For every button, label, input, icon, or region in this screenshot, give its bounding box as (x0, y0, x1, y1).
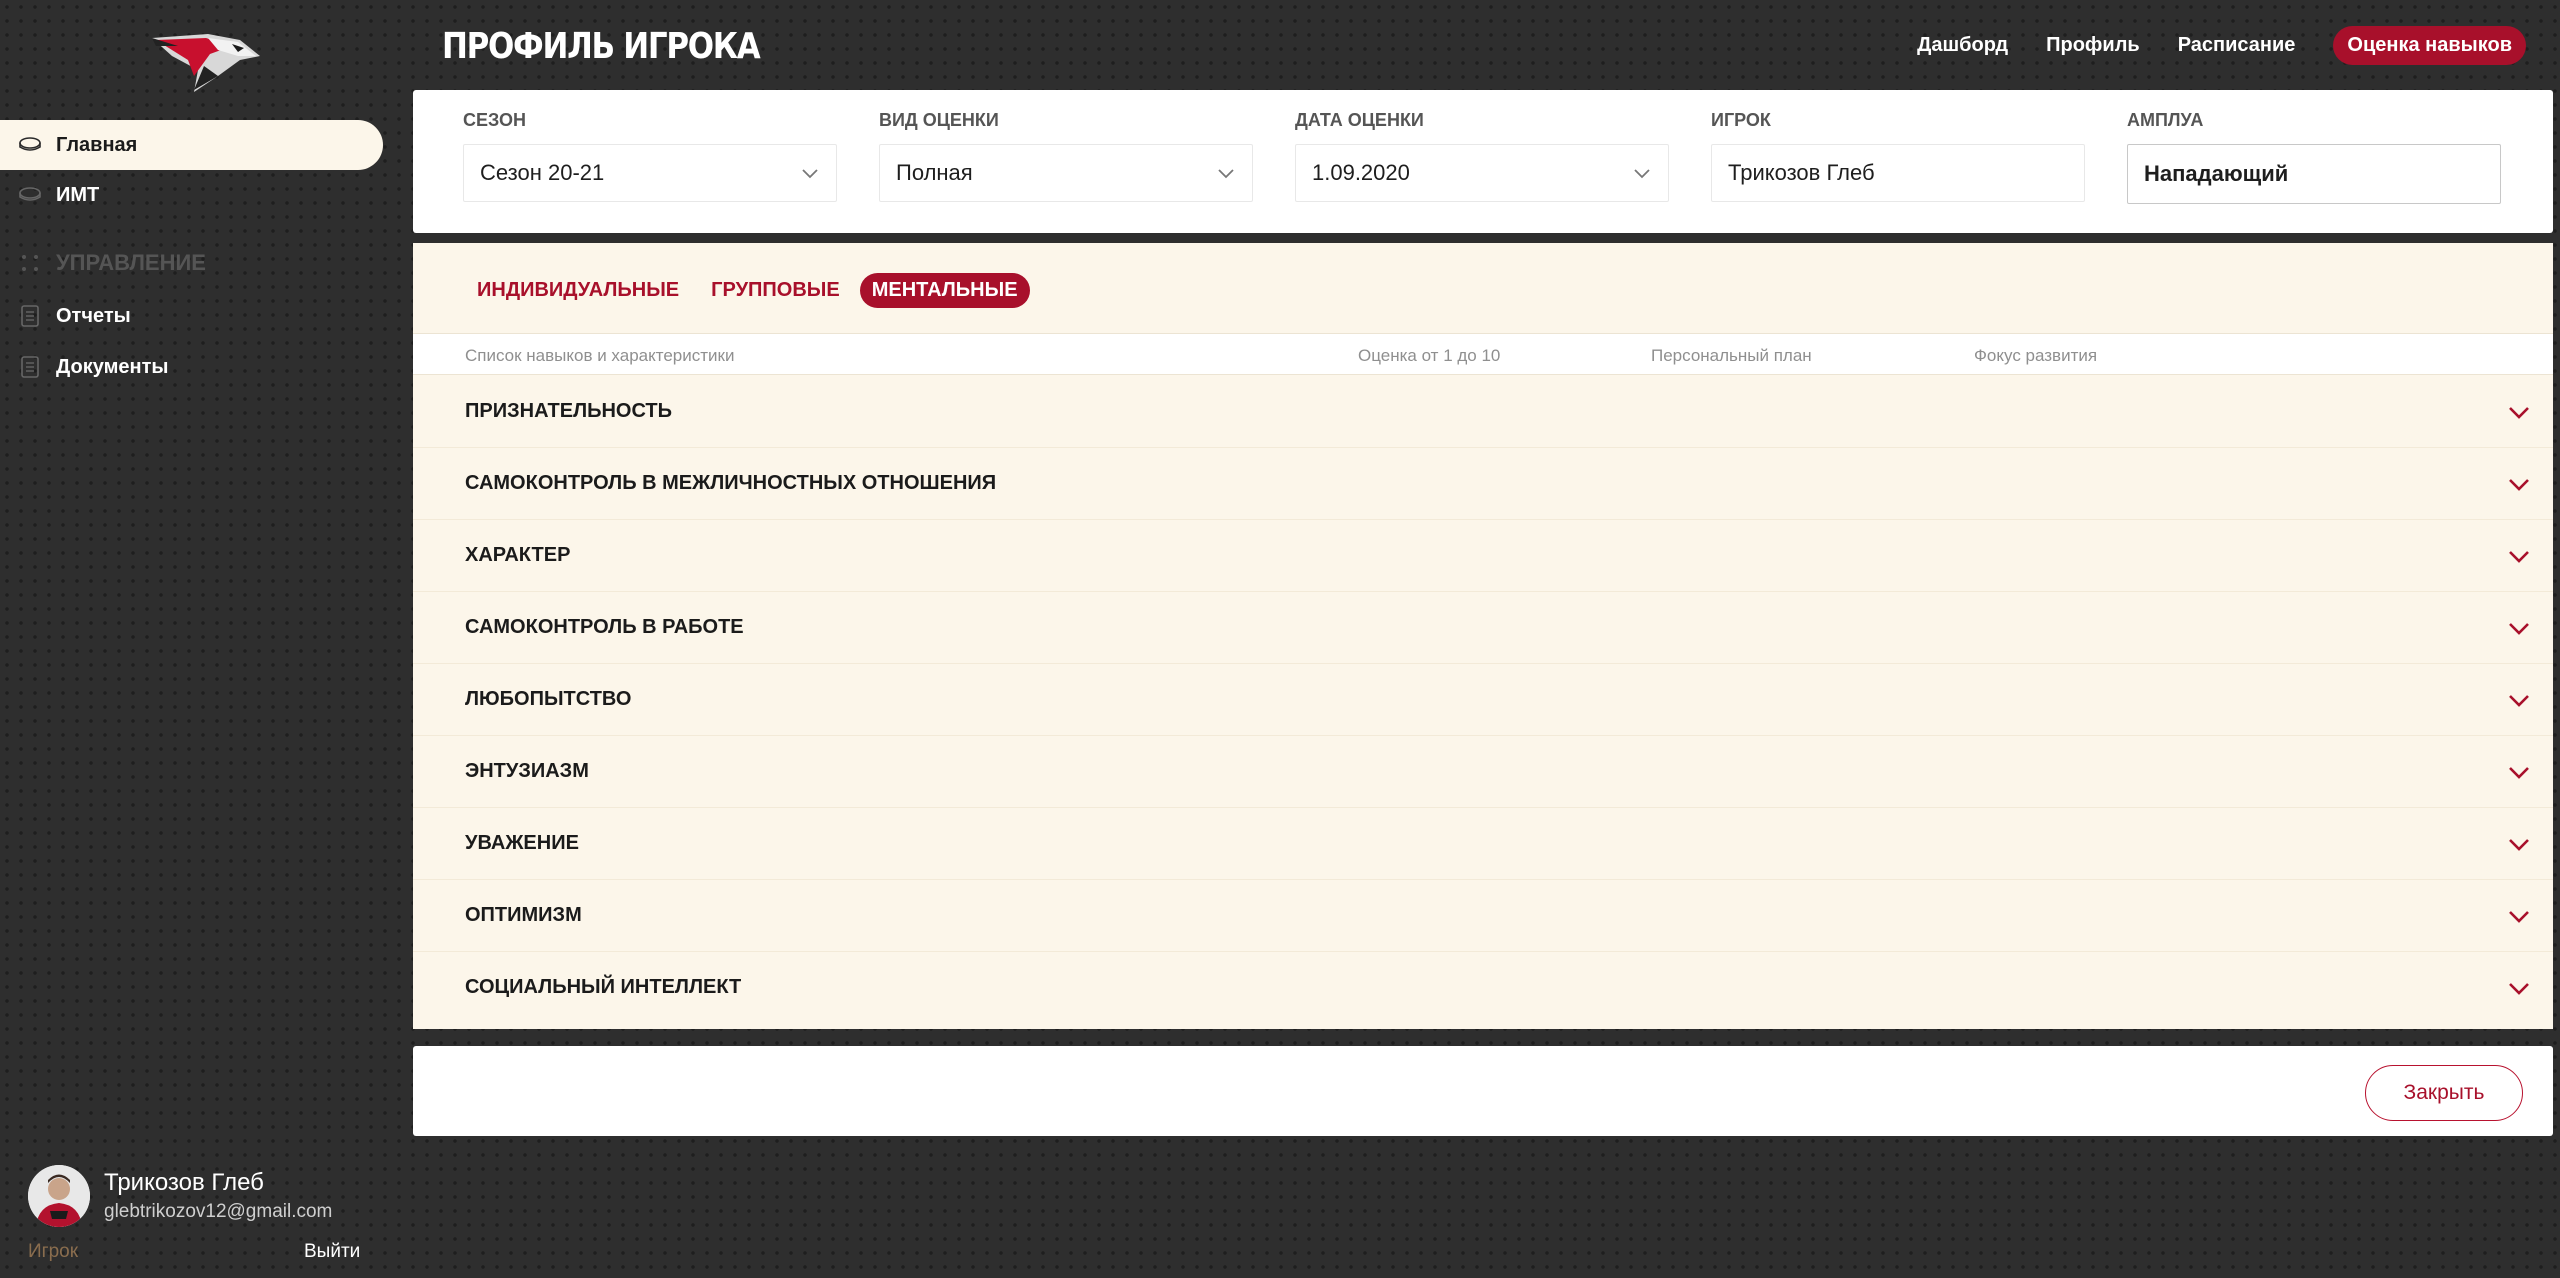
filter-label: Амплуа (2127, 110, 2204, 130)
avatar[interactable] (28, 1165, 90, 1227)
select-value: Сезон 20-21 (480, 160, 605, 185)
sidebar-item-reports[interactable]: Отчеты (0, 291, 383, 341)
skill-row[interactable]: Самоконтроль в работе (413, 592, 2553, 664)
chevron-down-icon (1634, 169, 1650, 179)
close-button[interactable]: Закрыть (2365, 1065, 2523, 1121)
sidebar-item-label: ИМТ (56, 183, 100, 206)
chevron-down-icon[interactable] (2507, 978, 2531, 998)
sidebar-item-main[interactable]: Главная (0, 120, 383, 170)
footer-card: Закрыть (413, 1046, 2553, 1136)
nav-link-profile[interactable]: Профиль (2046, 34, 2140, 57)
column-header-development-focus: Фокус развития (1974, 346, 2098, 365)
puck-icon (18, 183, 42, 207)
document-icon (18, 355, 42, 379)
nav-link-skill-assessment[interactable]: Оценка навыков (2333, 26, 2526, 65)
top-nav: Дашборд Профиль Расписание Оценка навыко… (1917, 26, 2526, 65)
skill-row[interactable]: Самоконтроль в межличностных отношения (413, 448, 2553, 520)
sidebar-section-label: УПРАВЛЕНИЕ (56, 250, 206, 275)
skill-row[interactable]: Оптимизм (413, 880, 2553, 952)
column-header-skills: Список навыков и характеристики (465, 346, 735, 365)
chevron-down-icon (802, 169, 818, 179)
skill-name: Характер (465, 544, 571, 566)
column-header-personal-plan: Персональный план (1651, 346, 1812, 365)
skill-row[interactable]: Признательность (413, 376, 2553, 448)
chevron-down-icon[interactable] (2507, 618, 2531, 638)
filter-label: Вид оценки (879, 110, 999, 130)
filter-label: Дата оценки (1295, 110, 1424, 130)
page-title: ПРОФИЛЬ ИГРОКА (442, 26, 761, 67)
chevron-down-icon[interactable] (2507, 762, 2531, 782)
select-value: 1.09.2020 (1312, 160, 1410, 185)
skill-name: Самоконтроль в межличностных отношения (465, 472, 997, 494)
tab-mental[interactable]: Ментальные (859, 273, 1030, 308)
logout-link[interactable]: Выйти (304, 1241, 360, 1263)
season-select[interactable]: Сезон 20-21 (463, 144, 837, 202)
chevron-down-icon (1218, 169, 1234, 179)
skill-name: Уважение (465, 832, 579, 854)
assessment-type-select[interactable]: Полная (879, 144, 1253, 202)
skill-name: Социальный интеллект (465, 976, 742, 998)
table-header: Список навыков и характеристики Оценка о… (413, 333, 2553, 375)
sidebar-item-label: Главная (56, 133, 138, 156)
skill-row[interactable]: Уважение (413, 808, 2553, 880)
field-value: Нападающий (2144, 161, 2289, 186)
skill-row[interactable]: Энтузиазм (413, 736, 2553, 808)
chevron-down-icon[interactable] (2507, 474, 2531, 494)
assessment-date-select[interactable]: 1.09.2020 (1295, 144, 1669, 202)
sidebar-item-label: Отчеты (56, 304, 131, 327)
puck-icon (18, 133, 42, 157)
chevron-down-icon[interactable] (2507, 402, 2531, 422)
chevron-down-icon[interactable] (2507, 834, 2531, 854)
sidebar: Главная ИМТ УПРАВЛЕНИЕ Отчеты Документы (0, 0, 400, 1278)
document-icon (18, 304, 42, 328)
nav-link-schedule[interactable]: Расписание (2178, 34, 2296, 57)
skill-name: Оптимизм (465, 904, 582, 926)
sidebar-section-management: УПРАВЛЕНИЕ (18, 250, 206, 276)
user-role: Игрок (28, 1241, 79, 1262)
filters-card: Сезон Сезон 20-21 Вид оценки Полная Дата… (413, 90, 2553, 233)
position-field[interactable]: Нападающий (2127, 144, 2501, 204)
select-value: Полная (896, 160, 973, 185)
user-name: Трикозов Глеб (104, 1169, 264, 1196)
player-field[interactable]: Трикозов Глеб (1711, 144, 2085, 202)
skill-name: Признательность (465, 400, 673, 422)
sidebar-item-documents[interactable]: Документы (0, 342, 383, 392)
nav-link-dashboard[interactable]: Дашборд (1917, 34, 2008, 57)
grid-dots-icon (18, 251, 42, 275)
skills-panel: Индивидуальные Групповые Ментальные Спис… (413, 243, 2553, 1029)
skill-row[interactable]: Характер (413, 520, 2553, 592)
filter-label: Сезон (463, 110, 527, 130)
filter-label: Игрок (1711, 110, 1771, 130)
tab-individual[interactable]: Индивидуальные (465, 273, 691, 308)
skill-name: Любопытство (465, 688, 632, 710)
tab-group[interactable]: Групповые (699, 273, 852, 308)
sidebar-item-label: Документы (56, 355, 169, 378)
sidebar-item-bmi[interactable]: ИМТ (0, 170, 383, 220)
chevron-down-icon[interactable] (2507, 546, 2531, 566)
skill-row[interactable]: Любопытство (413, 664, 2553, 736)
field-value: Трикозов Глеб (1728, 160, 1875, 185)
column-header-score: Оценка от 1 до 10 (1358, 346, 1501, 365)
skill-tabs: Индивидуальные Групповые Ментальные (465, 273, 1030, 308)
user-email: glebtrikozov12@gmail.com (104, 1201, 333, 1222)
team-logo-icon[interactable] (148, 26, 264, 94)
chevron-down-icon[interactable] (2507, 906, 2531, 926)
skill-name: Самоконтроль в работе (465, 616, 744, 638)
skill-name: Энтузиазм (465, 760, 589, 782)
chevron-down-icon[interactable] (2507, 690, 2531, 710)
skill-row[interactable]: Социальный интеллект (413, 952, 2553, 1024)
